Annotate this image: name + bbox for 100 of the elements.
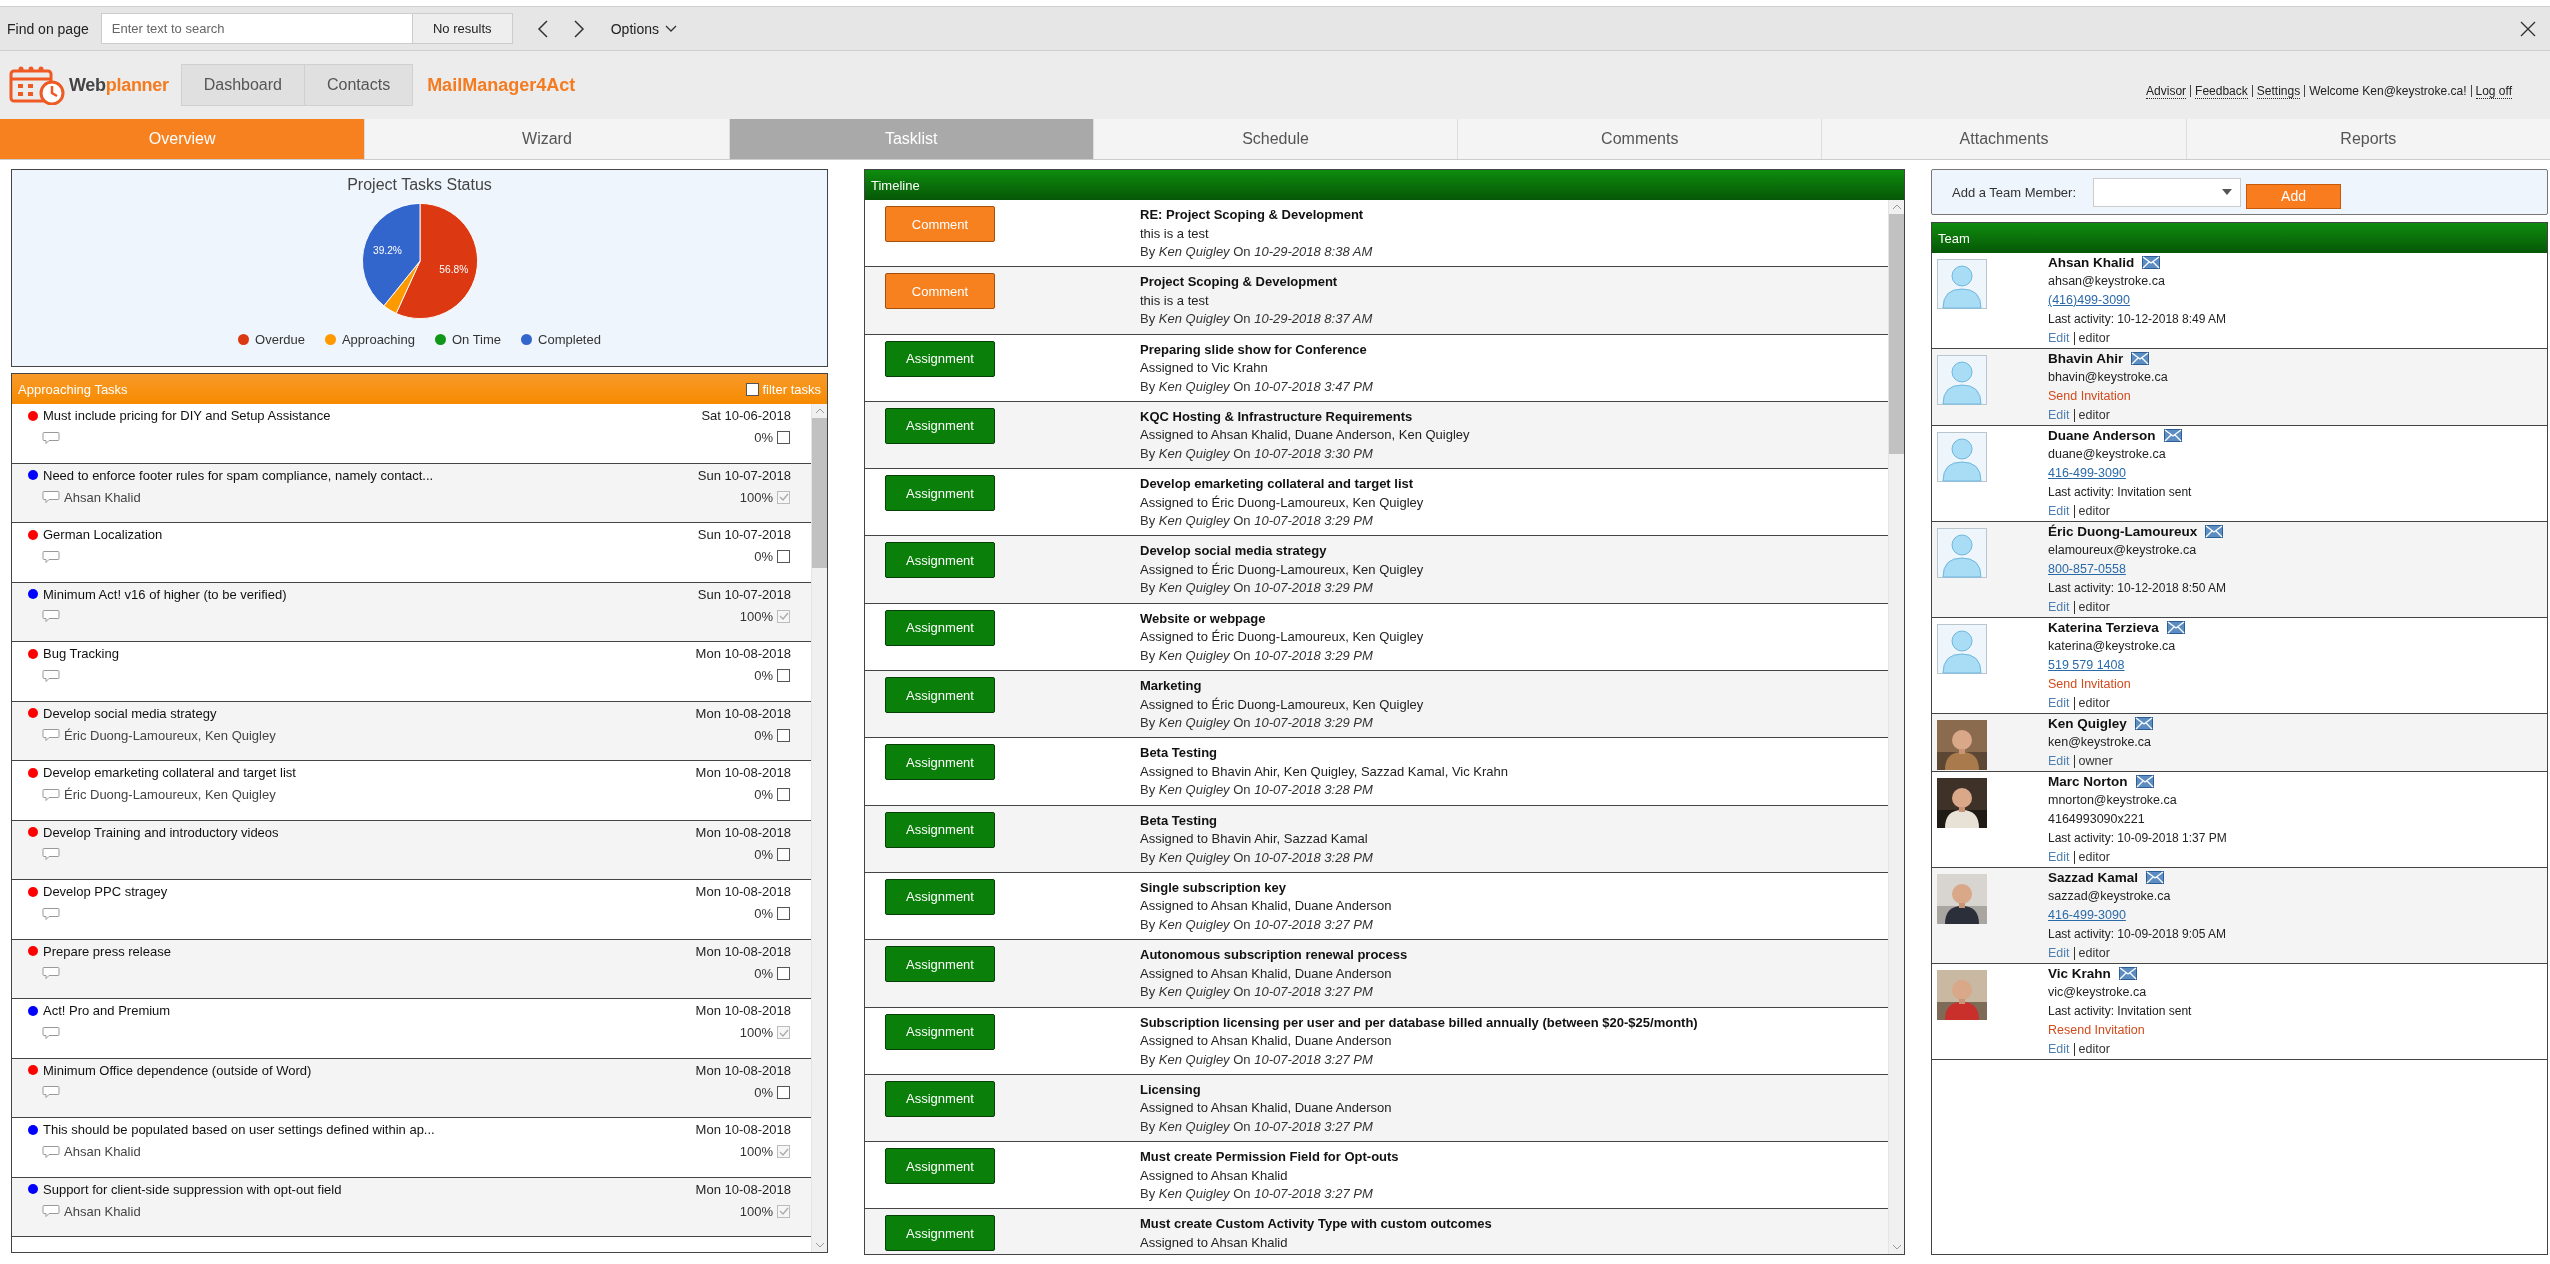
checkbox[interactable] xyxy=(777,907,790,920)
phone-link[interactable]: 416-499-3090 xyxy=(2048,464,2126,483)
phone-link[interactable]: (416)499-3090 xyxy=(2048,291,2130,310)
checkbox[interactable] xyxy=(777,728,790,742)
scroll-down-icon[interactable] xyxy=(1891,1244,1902,1250)
checkbox[interactable] xyxy=(777,431,790,444)
email-icon[interactable] xyxy=(2146,871,2165,884)
search-field[interactable]: Enter text to search xyxy=(100,13,413,44)
checkbox[interactable] xyxy=(777,609,790,623)
entry-type-button[interactable]: Assignment xyxy=(885,542,995,579)
comment-icon[interactable] xyxy=(42,1085,60,1099)
invitation-link[interactable]: Send Invitation xyxy=(2048,675,2131,694)
comment-icon[interactable] xyxy=(42,490,60,504)
checkbox[interactable] xyxy=(777,788,790,801)
entry-type-button[interactable]: Assignment xyxy=(885,609,995,646)
email-icon[interactable] xyxy=(2134,717,2153,730)
phone-link[interactable]: 800-857-0558 xyxy=(2048,560,2126,579)
checkbox[interactable] xyxy=(777,966,790,980)
email-icon[interactable] xyxy=(2163,429,2182,442)
email-icon[interactable] xyxy=(2166,621,2185,634)
task-row[interactable]: Develop Training and introductory videos Mon 10-08-2018 0% xyxy=(12,820,811,880)
email-icon[interactable] xyxy=(2142,256,2161,269)
checkbox[interactable] xyxy=(777,1204,790,1218)
nav-button[interactable]: Contacts xyxy=(305,65,413,105)
invitation-link[interactable]: Send Invitation xyxy=(2048,387,2131,406)
edit-link[interactable]: Edit xyxy=(2048,944,2070,963)
scroll-down-icon[interactable] xyxy=(814,1242,825,1248)
comment-icon[interactable] xyxy=(42,1144,60,1159)
entry-type-button[interactable]: Assignment xyxy=(885,744,995,781)
task-row[interactable]: Prepare press release Mon 10-08-2018 0% xyxy=(12,939,811,999)
tab[interactable]: Schedule xyxy=(1092,119,1458,159)
options-button[interactable]: Options xyxy=(610,20,677,37)
edit-link[interactable]: Edit xyxy=(2048,598,2070,617)
tab[interactable]: Reports xyxy=(2185,119,2550,159)
entry-type-button[interactable]: Assignment xyxy=(885,878,995,915)
next-icon[interactable] xyxy=(572,18,585,39)
comment-icon[interactable] xyxy=(42,966,60,980)
header-link[interactable]: Advisor xyxy=(2146,83,2187,99)
entry-type-button[interactable]: Assignment xyxy=(885,475,995,512)
comment-icon[interactable] xyxy=(42,430,60,445)
email-icon[interactable] xyxy=(2131,352,2150,365)
tab[interactable]: Wizard xyxy=(364,119,729,159)
edit-link[interactable]: Edit xyxy=(2048,848,2070,867)
checkbox[interactable] xyxy=(777,847,790,861)
edit-link[interactable]: Edit xyxy=(2048,694,2070,713)
scrollbar[interactable] xyxy=(1888,200,1904,1254)
comment-icon[interactable] xyxy=(42,1204,60,1218)
email-icon[interactable] xyxy=(2135,775,2154,788)
checkbox[interactable] xyxy=(777,490,790,504)
entry-type-button[interactable]: Assignment xyxy=(885,1215,995,1252)
edit-link[interactable]: Edit xyxy=(2048,329,2070,348)
entry-type-button[interactable]: Assignment xyxy=(885,677,995,714)
comment-icon[interactable] xyxy=(42,787,60,802)
checkbox[interactable] xyxy=(777,669,790,682)
comment-icon[interactable] xyxy=(42,549,60,564)
scroll-up-icon[interactable] xyxy=(814,408,825,414)
comment-icon[interactable] xyxy=(42,609,60,623)
checkbox[interactable] xyxy=(777,1145,790,1158)
member-dropdown[interactable] xyxy=(2093,177,2242,207)
invitation-link[interactable]: Resend Invitation xyxy=(2048,1021,2145,1040)
tab[interactable]: Comments xyxy=(1457,119,1822,159)
edit-link[interactable]: Edit xyxy=(2048,752,2070,771)
close-icon[interactable] xyxy=(2520,20,2536,37)
task-row[interactable]: Support for client-side suppression with opt-out field Mon 10-08-2018 Ahsan Khalid 100% xyxy=(12,1177,811,1237)
scrollbar[interactable] xyxy=(811,404,827,1252)
header-link[interactable]: Feedback xyxy=(2195,83,2248,99)
comment-icon[interactable] xyxy=(42,1025,60,1040)
edit-link[interactable]: Edit xyxy=(2048,1040,2070,1059)
comment-icon[interactable] xyxy=(42,668,60,683)
tab[interactable]: Attachments xyxy=(1821,119,2186,159)
entry-type-button[interactable]: Assignment xyxy=(885,1013,995,1050)
comment-icon[interactable] xyxy=(42,847,60,861)
entry-type-button[interactable]: Assignment xyxy=(885,1080,995,1117)
edit-link[interactable]: Edit xyxy=(2048,406,2070,425)
nav-button[interactable]: Dashboard xyxy=(181,65,305,105)
task-row[interactable]: Need to enforce footer rules for spam compliance, namely contact... Sun 10-07-2018 Ahsan Khalid 100% xyxy=(12,463,811,523)
checkbox[interactable] xyxy=(746,382,760,396)
entry-type-button[interactable]: Assignment xyxy=(885,811,995,848)
email-icon[interactable] xyxy=(2205,525,2224,538)
edit-link[interactable]: Edit xyxy=(2048,502,2070,521)
header-link[interactable]: Log off xyxy=(2475,83,2512,99)
entry-type-button[interactable]: Assignment xyxy=(885,407,995,444)
entry-type-button[interactable]: Assignment xyxy=(885,340,995,377)
checkbox[interactable] xyxy=(777,550,790,563)
email-icon[interactable] xyxy=(2118,967,2137,980)
previous-icon[interactable] xyxy=(536,18,549,39)
checkbox[interactable] xyxy=(777,1026,790,1039)
task-row[interactable]: Develop social media strategy Mon 10-08-2018 Éric Duong-Lamoureux, Ken Quigley 0% xyxy=(12,701,811,761)
entry-type-button[interactable]: Assignment xyxy=(885,946,995,983)
scroll-thumb[interactable] xyxy=(1889,214,1904,454)
checkbox[interactable] xyxy=(777,1085,790,1099)
comment-icon[interactable] xyxy=(42,906,60,921)
comment-icon[interactable] xyxy=(42,728,60,742)
scroll-thumb[interactable] xyxy=(812,418,827,568)
scroll-up-icon[interactable] xyxy=(1891,204,1902,210)
task-row[interactable]: Minimum Act! v16 of higher (to be verified) Sun 10-07-2018 100% xyxy=(12,582,811,642)
entry-type-button[interactable]: Assignment xyxy=(885,1148,995,1185)
task-row[interactable]: Minimum Office dependence (outside of Word) Mon 10-08-2018 0% xyxy=(12,1058,811,1118)
phone-link[interactable]: 519 579 1408 xyxy=(2048,656,2125,675)
phone-link[interactable]: 416-499-3090 xyxy=(2048,906,2126,925)
